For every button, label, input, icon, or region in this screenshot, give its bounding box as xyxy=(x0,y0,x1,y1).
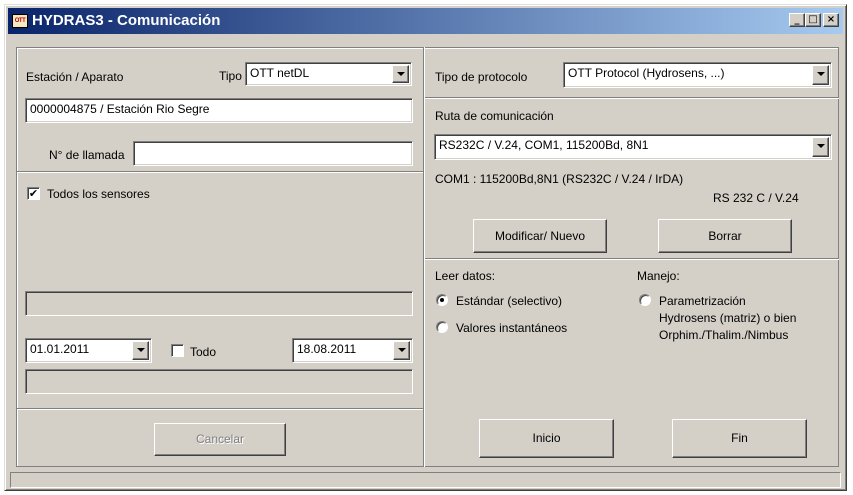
parametrization-line1: Parametrización xyxy=(659,294,746,308)
read-data-label: Leer datos: xyxy=(435,269,496,283)
chevron-down-icon[interactable] xyxy=(132,341,149,360)
end-label: Fin xyxy=(731,431,748,445)
handling-label: Manejo: xyxy=(637,269,680,283)
route-separator xyxy=(425,258,839,260)
delete-label: Borrar xyxy=(708,229,742,243)
route-info-line: COM1 : 115200Bd,8N1 (RS232C / V.24 / IrD… xyxy=(435,172,684,186)
station-field[interactable]: 0000004875 / Estación Rio Segre xyxy=(25,98,413,123)
tipo-label: Tipo xyxy=(219,69,242,83)
instant-values-label: Valores instantáneos xyxy=(456,321,568,335)
all-sensors-label: Todos los sensores xyxy=(47,187,150,201)
instant-values-radio[interactable] xyxy=(436,321,448,333)
standard-radio[interactable] xyxy=(436,294,448,306)
tipo-value: OTT netDL xyxy=(250,66,310,80)
status-bar xyxy=(10,472,841,488)
chevron-down-icon[interactable] xyxy=(393,341,410,360)
modify-new-button[interactable]: Modificar/ Nuevo xyxy=(473,219,607,253)
call-number-input[interactable] xyxy=(133,141,413,166)
end-button[interactable]: Fin xyxy=(672,419,807,458)
protocol-label: Tipo de protocolo xyxy=(435,70,528,84)
close-icon: × xyxy=(826,14,836,25)
checkmark-icon: ✔ xyxy=(28,187,39,200)
main-window: OTT HYDRAS3 - Comunicación _ □ × Estació… xyxy=(4,4,847,491)
route-value: RS232C / V.24, COM1, 115200Bd, 8N1 xyxy=(439,138,649,152)
station-value: 0000004875 / Estación Rio Segre xyxy=(30,102,210,116)
left-bottom-separator xyxy=(17,408,423,410)
parametrization-line3: Orphim./Thalim./Nimbus xyxy=(659,328,789,342)
end-date-value: 18.08.2011 xyxy=(297,342,357,356)
todo-checkbox[interactable] xyxy=(171,344,184,357)
sensor-progress-field xyxy=(25,291,413,316)
title-bar[interactable]: OTT HYDRAS3 - Comunicación _ □ × xyxy=(8,8,843,34)
close-button[interactable]: × xyxy=(823,13,839,27)
chevron-down-icon[interactable] xyxy=(392,65,409,83)
parametrization-radio[interactable] xyxy=(639,294,651,306)
parametrization-line2: Hydrosens (matriz) o bien xyxy=(659,311,797,325)
ott-app-icon: OTT xyxy=(12,14,28,28)
route-select[interactable]: RS232C / V.24, COM1, 115200Bd, 8N1 xyxy=(434,134,832,160)
protocol-select[interactable]: OTT Protocol (Hydrosens, ...) xyxy=(563,62,832,88)
protocol-value: OTT Protocol (Hydrosens, ...) xyxy=(568,66,725,80)
cancel-label: Cancelar xyxy=(195,432,245,446)
chevron-down-icon[interactable] xyxy=(812,65,829,85)
tipo-select[interactable]: OTT netDL xyxy=(245,62,412,86)
minimize-icon: _ xyxy=(794,14,800,25)
cancel-button[interactable]: Cancelar xyxy=(154,423,286,456)
minimize-button[interactable]: _ xyxy=(789,13,805,27)
station-separator xyxy=(17,171,423,173)
protocol-separator xyxy=(425,97,839,99)
maximize-button[interactable]: □ xyxy=(805,13,821,27)
start-date-value: 01.01.2011 xyxy=(30,342,90,356)
status-progress-field xyxy=(25,369,413,394)
station-label: Estación / Aparato xyxy=(26,70,124,84)
standard-radio-label: Estándar (selectivo) xyxy=(456,294,563,308)
vertical-divider xyxy=(423,47,425,467)
all-sensors-checkbox[interactable]: ✔ xyxy=(27,187,40,200)
maximize-icon: □ xyxy=(808,14,818,25)
todo-label: Todo xyxy=(190,345,217,359)
start-date-picker[interactable]: 01.01.2011 xyxy=(25,338,152,363)
delete-button[interactable]: Borrar xyxy=(658,219,792,253)
call-number-label: N° de llamada xyxy=(49,148,125,162)
start-label: Inicio xyxy=(532,431,561,445)
chevron-down-icon[interactable] xyxy=(812,137,829,157)
start-button[interactable]: Inicio xyxy=(479,419,614,458)
modify-new-label: Modificar/ Nuevo xyxy=(494,229,586,243)
route-info-right: RS 232 C / V.24 xyxy=(713,191,799,205)
route-label: Ruta de comunicación xyxy=(435,109,554,123)
window-title: HYDRAS3 - Comunicación xyxy=(32,12,221,29)
end-date-picker[interactable]: 18.08.2011 xyxy=(292,338,413,363)
